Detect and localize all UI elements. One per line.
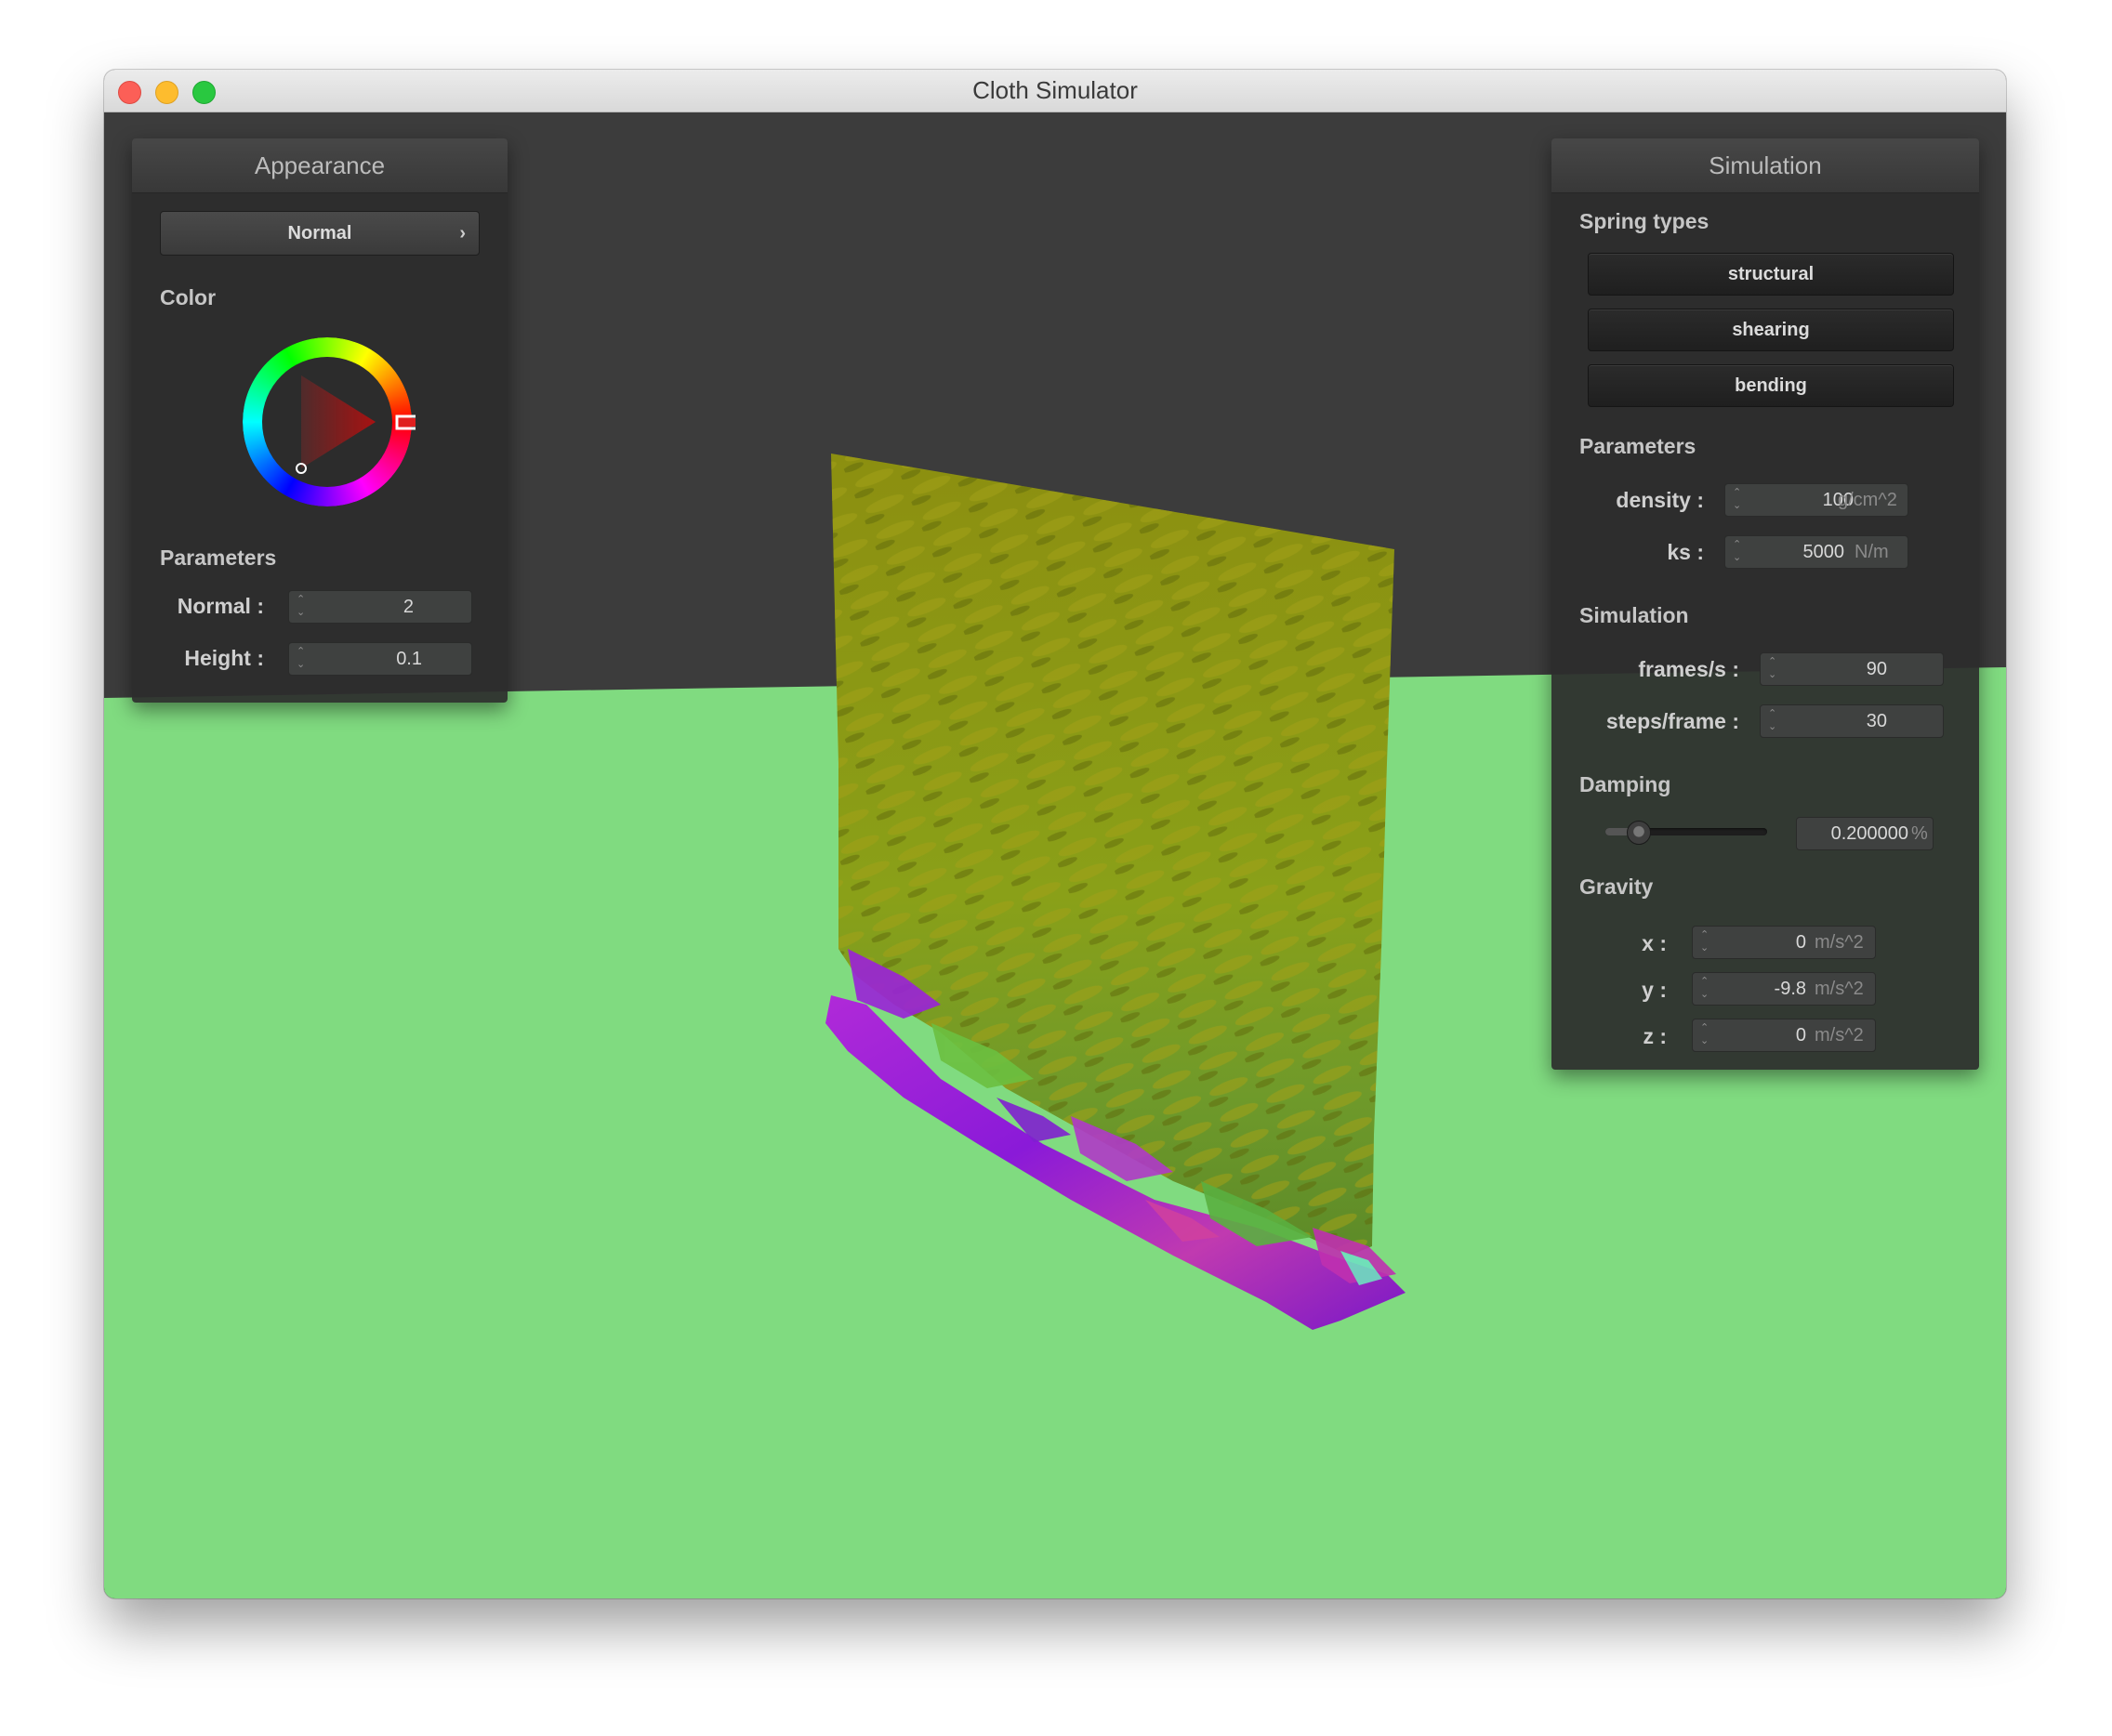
height-input[interactable]: ⌃ ⌄ 0.1 <box>288 642 472 676</box>
normal-input[interactable]: ⌃ ⌄ 2 <box>288 590 472 624</box>
density-input[interactable]: ⌃ ⌄ 100 g/cm^2 <box>1724 483 1908 517</box>
gravity-z-input[interactable]: ⌃ ⌄ 0 m/s^2 <box>1692 1019 1876 1052</box>
app-window: Cloth Simulator Appearance Normal › Colo… <box>104 70 2006 1598</box>
gravity-x-input[interactable]: ⌃ ⌄ 0 m/s^2 <box>1692 926 1876 959</box>
simulation-panel: Simulation Spring types structural shear… <box>1551 138 1979 1070</box>
title-bar: Cloth Simulator <box>104 70 2006 112</box>
bending-toggle[interactable]: bending <box>1588 364 1954 407</box>
damping-section-label: Damping <box>1579 772 1671 796</box>
gravity-y-label: y : <box>1642 978 1667 1002</box>
stepper-icon[interactable]: ⌃ ⌄ <box>1768 707 1776 733</box>
spring-types-label: Spring types <box>1579 209 1709 233</box>
gravity-x-label: x : <box>1642 931 1667 955</box>
stepper-icon[interactable]: ⌃ ⌄ <box>1768 655 1776 681</box>
damping-input[interactable]: 0.200000 % <box>1796 817 1934 850</box>
stepper-icon[interactable]: ⌃ ⌄ <box>1700 928 1709 954</box>
3d-viewport[interactable]: Appearance Normal › Color Parameters Nor… <box>104 112 2006 1598</box>
normal-label: Normal : <box>177 594 264 618</box>
gravity-section-label: Gravity <box>1579 875 1654 899</box>
stepper-icon[interactable]: ⌃ ⌄ <box>297 645 305 671</box>
structural-toggle[interactable]: structural <box>1588 253 1954 296</box>
stepper-icon[interactable]: ⌃ ⌄ <box>1700 975 1709 1001</box>
shader-dropdown-label: Normal <box>287 223 352 243</box>
shearing-toggle[interactable]: shearing <box>1588 309 1954 351</box>
shader-dropdown-button[interactable]: Normal › <box>160 211 480 256</box>
gravity-z-label: z : <box>1643 1024 1667 1048</box>
stepper-icon[interactable]: ⌃ ⌄ <box>297 593 305 619</box>
steps-per-frame-input[interactable]: ⌃ ⌄ 30 <box>1760 704 1944 738</box>
simulation-section-label: Simulation <box>1579 603 1689 627</box>
simulation-panel-header[interactable]: Simulation <box>1551 138 1979 193</box>
ks-label: ks : <box>1667 540 1704 564</box>
window-title: Cloth Simulator <box>972 76 1138 104</box>
color-wheel[interactable] <box>239 334 416 510</box>
fps-label: frames/s : <box>1638 657 1739 681</box>
ks-input[interactable]: ⌃ ⌄ 5000 N/m <box>1724 535 1908 569</box>
simulation-parameters-label: Parameters <box>1579 434 1696 458</box>
appearance-parameters-label: Parameters <box>160 546 277 570</box>
stepper-icon[interactable]: ⌃ ⌄ <box>1733 538 1741 564</box>
fps-input[interactable]: ⌃ ⌄ 90 <box>1760 652 1944 686</box>
appearance-panel: Appearance Normal › Color Parameters Nor… <box>132 138 508 703</box>
density-label: density : <box>1616 488 1704 512</box>
color-section-label: Color <box>160 285 217 309</box>
height-label: Height : <box>184 646 264 670</box>
gravity-y-input[interactable]: ⌃ ⌄ -9.8 m/s^2 <box>1692 972 1876 1006</box>
stepper-icon[interactable]: ⌃ ⌄ <box>1700 1021 1709 1047</box>
damping-slider-handle[interactable] <box>1626 821 1651 845</box>
steps-per-frame-label: steps/frame : <box>1605 709 1739 733</box>
appearance-panel-header[interactable]: Appearance <box>132 138 508 193</box>
chevron-right-icon: › <box>459 223 466 243</box>
stepper-icon[interactable]: ⌃ ⌄ <box>1733 486 1741 512</box>
